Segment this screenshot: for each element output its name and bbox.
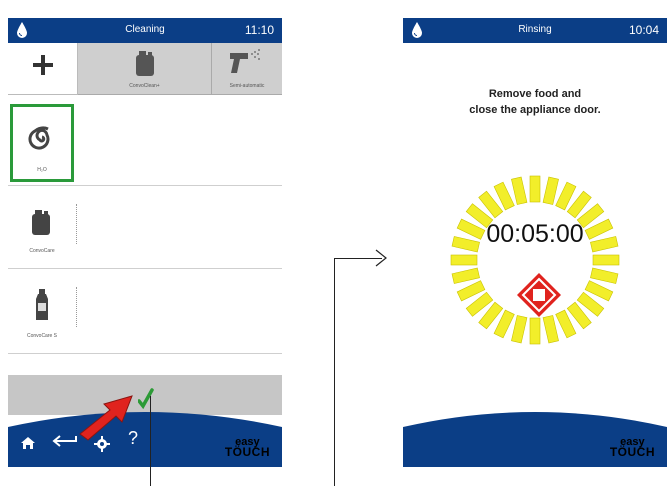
countdown-timer: 00:05:00 [486, 220, 584, 248]
convoclean-button[interactable]: ConvoClean+ [78, 43, 212, 95]
divider [76, 287, 77, 327]
progress-dial [450, 175, 620, 345]
clock: 10:04 [628, 23, 659, 37]
program-label: ConvoCare [29, 248, 55, 254]
stop-icon[interactable] [516, 272, 562, 318]
dial-segment [529, 175, 541, 203]
dial-segment [590, 267, 619, 284]
dial-segment [529, 317, 541, 345]
spiral-icon [28, 126, 50, 150]
toolbar-label: ConvoClean+ [129, 83, 160, 89]
add-button[interactable] [8, 43, 78, 95]
dial-segment [592, 254, 620, 266]
canister-icon [136, 51, 154, 76]
callout-line [150, 396, 151, 486]
program-label: ConvoCare S [26, 333, 57, 339]
program-row-convocare[interactable]: ConvoCare [8, 186, 282, 269]
easytouch-logo: easy TÖUCH [609, 437, 655, 459]
spray-gun-icon [230, 49, 260, 73]
dial-segment [511, 176, 528, 205]
canister-icon [32, 210, 50, 235]
brand-touch: TÖUCH [224, 445, 270, 459]
clock: 11:10 [244, 23, 274, 37]
pointer-arrow [79, 395, 133, 441]
program-row-h2o[interactable]: H₂O [8, 95, 282, 186]
dial-segment [450, 254, 478, 266]
toolbar-label: Semi-automatic [229, 83, 265, 89]
easytouch-logo: easy TÖUCH [224, 437, 270, 459]
brand-touch: TÖUCH [609, 445, 655, 459]
callout-arrowhead [375, 249, 387, 267]
program-tile-selected[interactable]: H₂O [10, 104, 74, 182]
cleaning-screen: Cleaning 11:10 ConvoClean+ Semi-automati… [8, 18, 282, 467]
program-row-convocare-s[interactable]: ConvoCare S [8, 269, 282, 354]
program-label: H₂O [37, 167, 47, 173]
home-icon[interactable] [20, 436, 36, 450]
instruction-line-2: close the appliance door. [469, 104, 601, 116]
instruction-line-1: Remove food and [488, 88, 582, 100]
dial-segment [542, 315, 559, 344]
status-bar: Cleaning 11:10 [8, 18, 282, 43]
dial-segment [451, 267, 480, 284]
plus-icon [33, 55, 53, 75]
screen-title: Rinsing [518, 24, 552, 35]
callout-line [334, 258, 335, 486]
dial-segment [511, 315, 528, 344]
rinsing-screen: Rinsing 10:04 Remove food and close the … [403, 18, 667, 467]
dial-segment [542, 176, 559, 205]
semi-automatic-button[interactable]: Semi-automatic [212, 43, 282, 95]
bottle-icon [36, 289, 48, 320]
screen-title: Cleaning [125, 24, 165, 35]
divider [76, 204, 77, 244]
status-bar: Rinsing 10:04 [403, 18, 667, 43]
